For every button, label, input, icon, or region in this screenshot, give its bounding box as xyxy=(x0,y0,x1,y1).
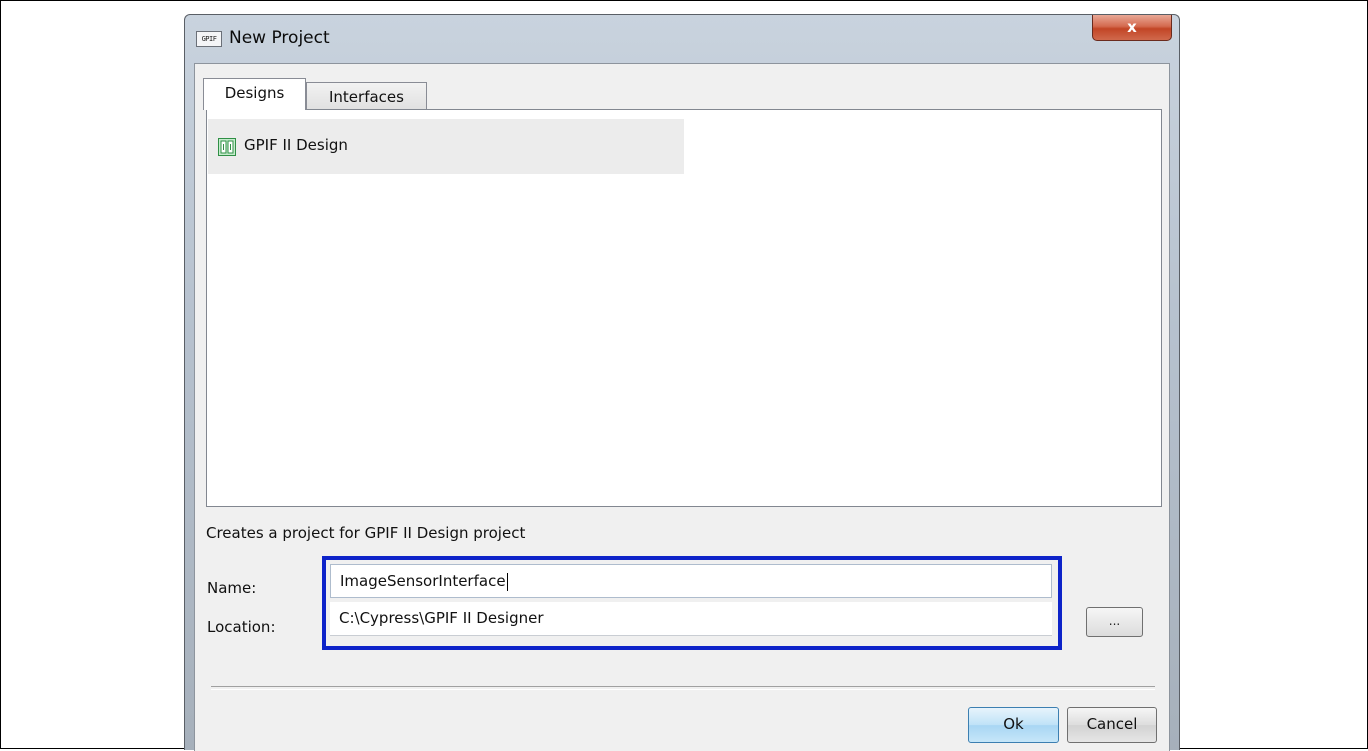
dialog-client-area: Designs Interfaces GPIF II Design Create… xyxy=(194,63,1170,751)
project-description: Creates a project for GPIF II Design pro… xyxy=(206,524,526,542)
tab-interfaces[interactable]: Interfaces xyxy=(306,82,427,110)
browse-button[interactable]: ... xyxy=(1086,607,1143,637)
list-item-gpif-design[interactable]: GPIF II Design xyxy=(208,119,684,174)
name-label: Name: xyxy=(207,579,257,597)
title-bar[interactable]: GPIF New Project x xyxy=(185,15,1179,63)
tab-designs[interactable]: Designs xyxy=(203,78,306,110)
gpif-app-icon: GPIF xyxy=(196,31,222,47)
list-item-label: GPIF II Design xyxy=(244,136,348,154)
location-label: Location: xyxy=(207,618,276,636)
design-icon xyxy=(218,138,236,156)
window-title: New Project xyxy=(229,28,330,48)
highlight-box xyxy=(322,556,1062,650)
separator-line xyxy=(211,686,1155,690)
ok-button[interactable]: Ok xyxy=(968,707,1059,743)
cancel-button[interactable]: Cancel xyxy=(1067,707,1157,743)
design-list: GPIF II Design xyxy=(206,109,1162,507)
new-project-dialog: GPIF New Project x Designs Interfaces GP… xyxy=(184,14,1180,751)
close-button[interactable]: x xyxy=(1092,15,1172,41)
close-icon: x xyxy=(1127,18,1137,36)
